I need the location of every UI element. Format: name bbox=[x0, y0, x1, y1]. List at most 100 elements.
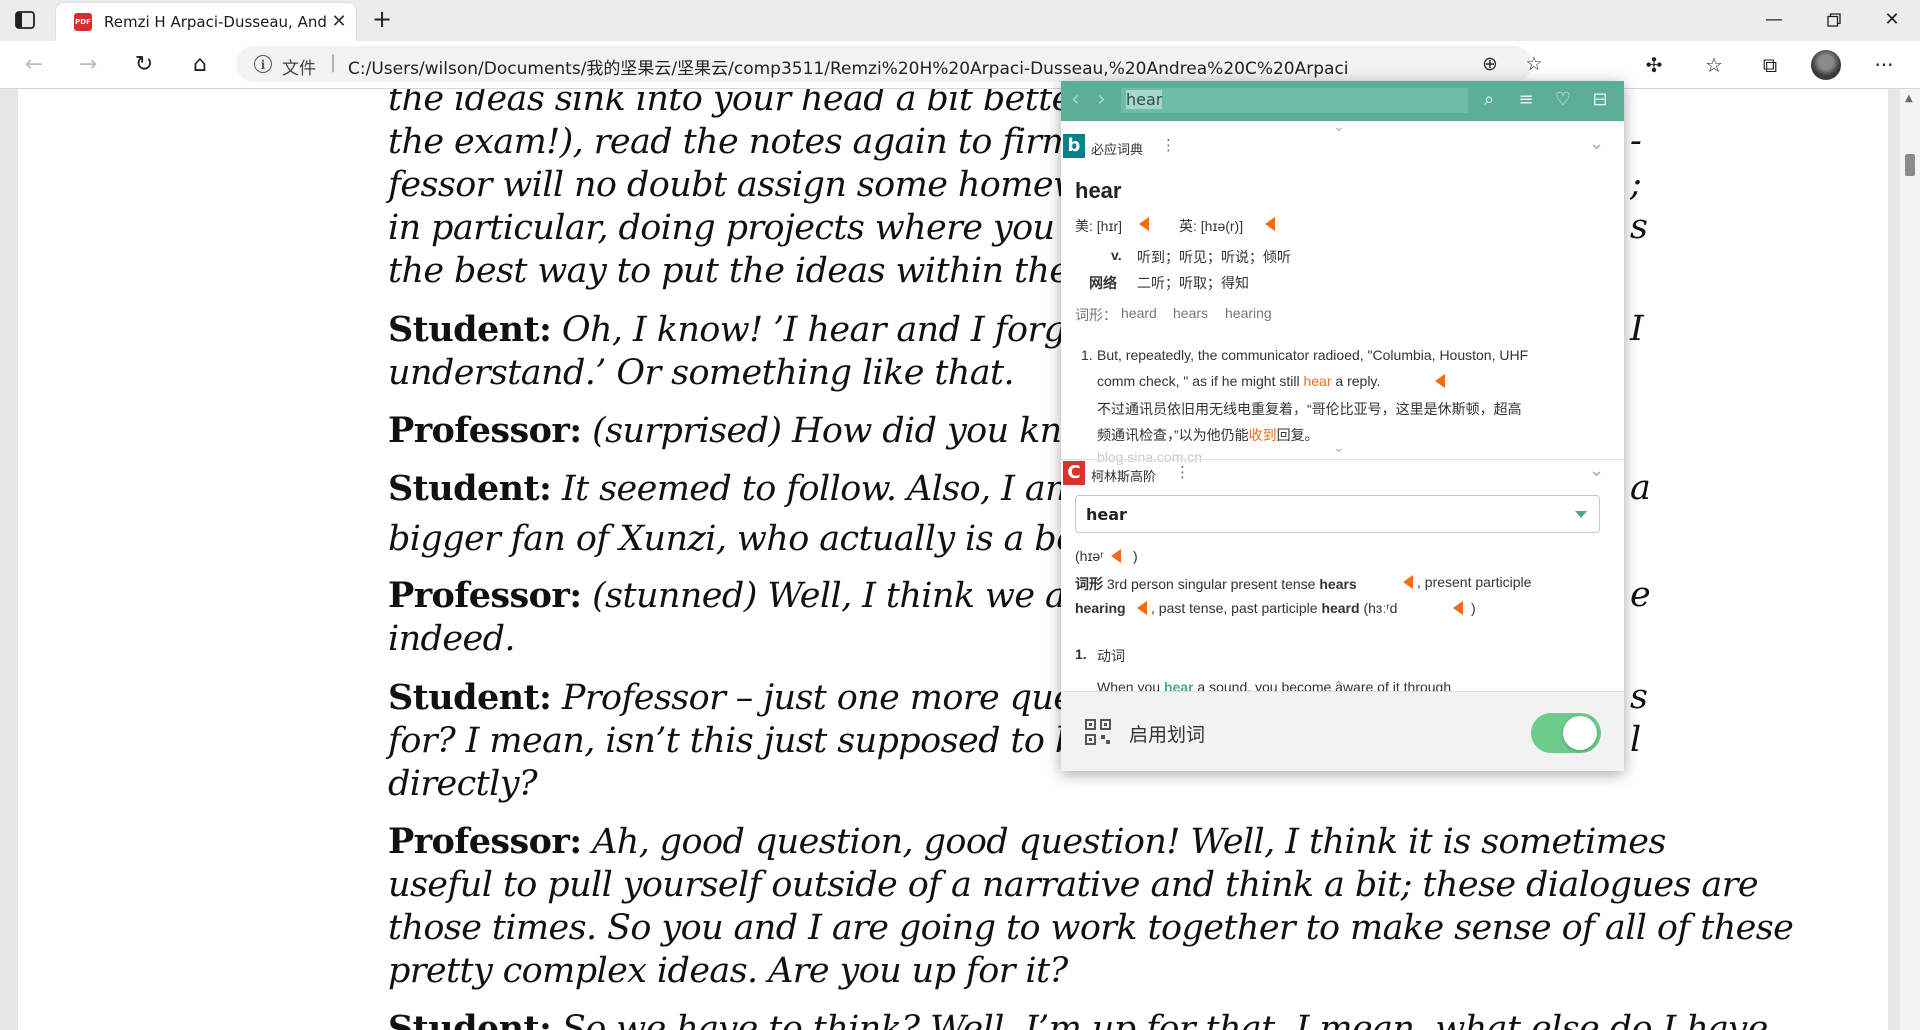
text-fragment: ; bbox=[1630, 164, 1642, 204]
restore-icon[interactable] bbox=[1806, 0, 1862, 41]
example-zh-line: 频通讯检查，”以为他仍能收到回复。 bbox=[1097, 427, 1319, 443]
text-fragment: s bbox=[1630, 207, 1648, 247]
enable-selection-toggle[interactable] bbox=[1531, 713, 1601, 753]
enable-selection-label: 启用划词 bbox=[1129, 724, 1206, 746]
collins-select-value: hear bbox=[1086, 505, 1127, 524]
new-tab-icon[interactable]: + bbox=[370, 7, 394, 32]
zoom-icon[interactable]: ⊕ bbox=[1478, 52, 1502, 76]
text-line: Professor: Ah, good question, good quest… bbox=[388, 821, 1666, 862]
pdf-icon: PDF bbox=[74, 13, 92, 31]
qr-code-icon[interactable] bbox=[1085, 719, 1111, 745]
text-fragment: e bbox=[1630, 575, 1651, 615]
favorite-heart-icon[interactable]: ♡ bbox=[1551, 88, 1575, 112]
tab-active[interactable]: PDF Remzi H Arpaci-Dusseau, Andrea ✕ bbox=[56, 3, 356, 41]
collins-forms-line: hearing bbox=[1075, 600, 1126, 616]
dictionary-header: ‹ › hear ⌕ ≡ ♡ ⊟ bbox=[1061, 81, 1624, 121]
bing-section-title: 必应词典 bbox=[1091, 143, 1144, 158]
dict-forward-icon[interactable]: › bbox=[1097, 87, 1106, 112]
text-line: those times. So you and I are going to w… bbox=[388, 908, 1794, 948]
us-pronunciation: 美: [hɪr] bbox=[1075, 218, 1122, 234]
dictionary-popup: ‹ › hear ⌕ ≡ ♡ ⊟ ⌄ b 必应词典 ⋮ ⌄ hear 美: [h… bbox=[1061, 81, 1624, 771]
speaker-icon[interactable] bbox=[1435, 374, 1445, 388]
more-menu-icon[interactable]: ··· bbox=[1870, 51, 1898, 79]
collins-heard-close: ) bbox=[1471, 600, 1476, 616]
refresh-icon[interactable]: ↻ bbox=[130, 51, 158, 79]
collins-more-icon[interactable]: ⋮ bbox=[1175, 463, 1190, 481]
pos-meaning: 听到；听见；听说；倾听 bbox=[1137, 249, 1291, 265]
collins-forms-line: 词形 3rd person singular present tense hea… bbox=[1075, 576, 1357, 592]
collections-icon[interactable]: ⧉ bbox=[1756, 51, 1784, 79]
collins-pronunciation: (hɪəʳ bbox=[1075, 548, 1104, 564]
favorites-icon[interactable]: ☆ bbox=[1700, 51, 1728, 79]
collins-collapse-icon[interactable]: ⌄ bbox=[1589, 460, 1604, 481]
speaker-icon[interactable] bbox=[1137, 601, 1147, 615]
tab-title: Remzi H Arpaci-Dusseau, Andrea bbox=[104, 13, 326, 31]
address-url[interactable]: C:/Users/wilson/Documents/我的坚果云/坚果云/comp… bbox=[348, 54, 1348, 79]
info-icon[interactable]: i bbox=[254, 55, 272, 73]
back-icon[interactable]: ← bbox=[20, 51, 48, 79]
collins-pron-close: ) bbox=[1133, 548, 1138, 564]
text-line: pretty complex ideas. Are you up for it? bbox=[388, 951, 1068, 991]
forward-icon[interactable]: → bbox=[74, 51, 102, 79]
speaker-icon[interactable] bbox=[1111, 549, 1121, 563]
menu-icon[interactable]: ≡ bbox=[1514, 88, 1538, 112]
text-line: useful to pull yourself outside of a nar… bbox=[388, 865, 1759, 905]
headword: hear bbox=[1075, 178, 1122, 203]
wordbook-icon[interactable]: ⊟ bbox=[1588, 88, 1612, 112]
chevron-down-icon bbox=[1575, 511, 1587, 518]
search-icon[interactable]: ⌕ bbox=[1477, 88, 1501, 112]
speaker-icon[interactable] bbox=[1139, 217, 1149, 231]
tab-strip: PDF Remzi H Arpaci-Dusseau, Andrea ✕ + —… bbox=[0, 0, 1920, 41]
bing-collapse-icon[interactable]: ⌄ bbox=[1589, 133, 1604, 154]
tab-actions-icon[interactable] bbox=[14, 9, 36, 31]
address-separator: | bbox=[330, 52, 337, 73]
text-fragment: a bbox=[1630, 468, 1651, 508]
example-en-line: But, repeatedly, the communicator radioe… bbox=[1097, 347, 1529, 363]
text-fragment: - bbox=[1630, 121, 1642, 161]
scroll-thumb[interactable] bbox=[1905, 154, 1915, 176]
dict-search-input[interactable] bbox=[1121, 88, 1468, 113]
example-number: 1. bbox=[1081, 347, 1093, 363]
speaker-icon[interactable] bbox=[1453, 601, 1463, 615]
sense-number: 1. bbox=[1075, 646, 1087, 662]
uk-pronunciation: 英: [hɪə(r)] bbox=[1179, 218, 1244, 234]
form-link[interactable]: hears bbox=[1173, 305, 1208, 321]
collins-entry-select[interactable]: hear bbox=[1075, 495, 1600, 533]
close-window-icon[interactable]: ✕ bbox=[1864, 0, 1920, 41]
speaker-icon[interactable] bbox=[1403, 575, 1413, 589]
form-link[interactable]: heard bbox=[1121, 305, 1157, 321]
text-fragment: s bbox=[1630, 677, 1648, 717]
collins-forms-line: , past tense, past participle heard (hɜː… bbox=[1151, 600, 1398, 616]
collins-forms-line: , present participle bbox=[1417, 574, 1532, 590]
expand-bing-icon[interactable]: ⌄ bbox=[1333, 440, 1345, 456]
toggle-knob bbox=[1563, 716, 1597, 750]
dictionary-footer: 启用划词 bbox=[1061, 691, 1624, 771]
bing-logo-icon: b bbox=[1063, 134, 1085, 158]
add-favorite-icon[interactable]: ☆ bbox=[1522, 52, 1546, 76]
collins-section-title: 柯林斯高阶 bbox=[1091, 470, 1157, 485]
text-fragment: l bbox=[1630, 720, 1641, 760]
forms-label: 词形： bbox=[1075, 307, 1117, 323]
text-fragment: I bbox=[1630, 309, 1644, 349]
browser-toolbar: ← → ↻ ⌂ i 文件 | C:/Users/wilson/Documents… bbox=[0, 41, 1920, 125]
extensions-icon[interactable]: ✣ bbox=[1640, 51, 1668, 79]
home-icon[interactable]: ⌂ bbox=[186, 51, 214, 79]
address-bar[interactable]: i 文件 | C:/Users/wilson/Documents/我的坚果云/坚… bbox=[236, 46, 1543, 82]
example-en-line: comm check, " as if he might still hear … bbox=[1097, 373, 1381, 389]
collins-logo-icon: C bbox=[1063, 461, 1085, 485]
bing-more-icon[interactable]: ⋮ bbox=[1161, 136, 1176, 154]
speaker-icon[interactable] bbox=[1265, 217, 1275, 231]
vertical-scrollbar[interactable]: ▲ bbox=[1900, 89, 1920, 1030]
scroll-up-icon[interactable]: ▲ bbox=[1905, 93, 1913, 104]
minimize-icon[interactable]: — bbox=[1746, 0, 1802, 41]
collapse-top-icon[interactable]: ⌄ bbox=[1333, 119, 1345, 135]
form-link[interactable]: hearing bbox=[1225, 305, 1272, 321]
pos-label: v. bbox=[1111, 247, 1122, 263]
web-label: 网络 bbox=[1089, 275, 1117, 291]
profile-avatar[interactable] bbox=[1811, 50, 1841, 80]
text-line: Student: So we have to think? Well, I’m … bbox=[388, 1008, 1768, 1030]
example-zh-line: 不过通讯员依旧用无线电重复着，“哥伦比亚号，这里是休斯顿，超高 bbox=[1097, 401, 1522, 417]
tab-close-icon[interactable]: ✕ bbox=[328, 11, 350, 33]
dict-back-icon[interactable]: ‹ bbox=[1071, 87, 1080, 112]
sense-pos: 动词 bbox=[1097, 648, 1125, 664]
